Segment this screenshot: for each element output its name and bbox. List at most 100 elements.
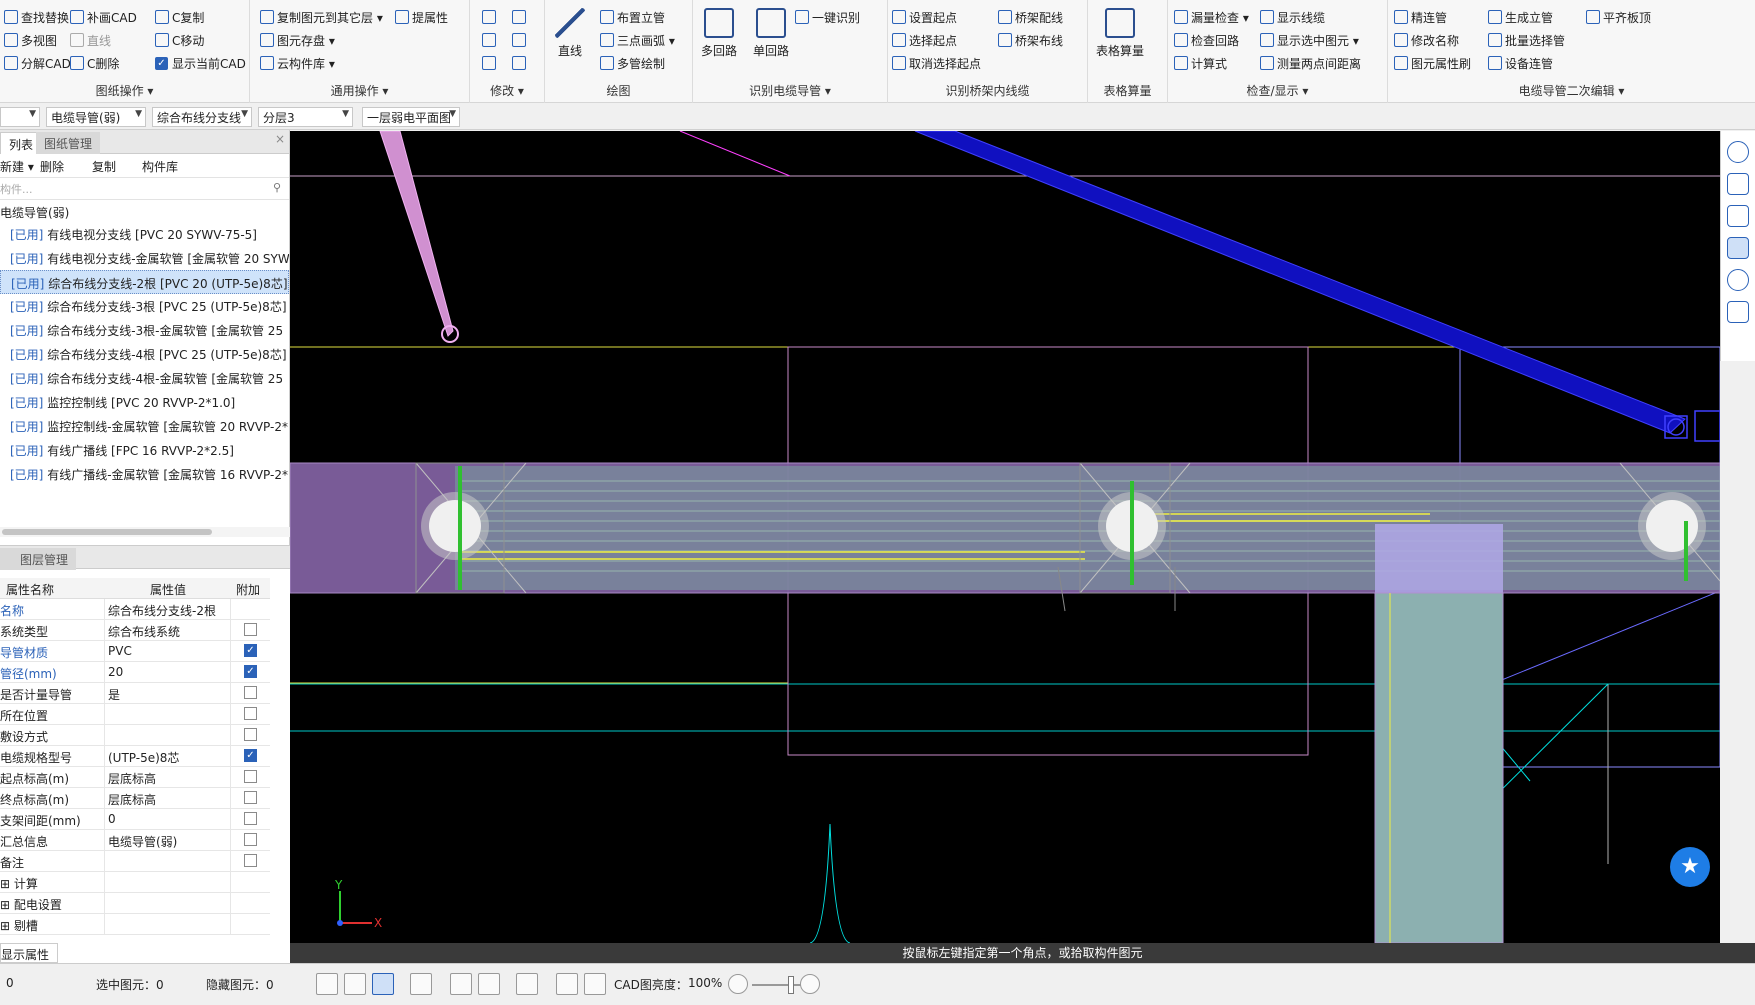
checkbox-empty-icon[interactable] xyxy=(244,686,257,699)
property-value[interactable]: PVC xyxy=(108,644,228,658)
property-value[interactable]: 电缆导管(弱) xyxy=(108,833,228,850)
list-item[interactable]: [已用] 综合布线分支线-3根 [PVC 25 (UTP-5e)8芯] xyxy=(0,294,289,318)
batch-select-button[interactable]: 批量选择管 xyxy=(1488,31,1565,49)
property-row[interactable]: 所在位置 xyxy=(0,704,270,725)
measure-distance-button[interactable]: 测量两点间距离 xyxy=(1260,54,1361,72)
list-item[interactable]: [已用] 有线电视分支线 [PVC 20 SYWV-75-5] xyxy=(0,222,289,246)
tab-show-properties[interactable]: 显示属性 xyxy=(0,943,58,963)
delete-tool-icon[interactable] xyxy=(482,54,499,72)
missing-check-button[interactable]: 漏量检查 ▾ xyxy=(1174,8,1249,26)
checkbox-checked-icon[interactable]: ✓ xyxy=(244,665,257,678)
cad-canvas[interactable]: Y X xyxy=(290,131,1720,943)
property-value[interactable]: 20 xyxy=(108,665,228,679)
scrollbar-thumb[interactable] xyxy=(2,529,212,535)
table-calc-button[interactable]: 表格算量 xyxy=(1096,8,1144,59)
generate-riser-button[interactable]: 生成立管 xyxy=(1488,8,1553,26)
cad-drawing[interactable]: Y X xyxy=(290,131,1720,943)
drawing-select[interactable]: 一层弱电平面图 ▼ xyxy=(362,107,460,127)
property-value[interactable]: 综合布线系统 xyxy=(108,623,228,640)
property-row[interactable]: 系统类型 综合布线系统 xyxy=(0,620,270,641)
checkbox-empty-icon[interactable] xyxy=(244,728,257,741)
checkbox-empty-icon[interactable] xyxy=(244,812,257,825)
tree-root-node[interactable]: 电缆导管(弱) xyxy=(0,200,289,222)
group-label[interactable]: 检查/显示 ▾ xyxy=(1168,82,1387,99)
category-select[interactable]: ▼ xyxy=(0,107,40,127)
property-row[interactable]: 电缆规格型号 (UTP-5e)8芯 ✓ xyxy=(0,746,270,767)
layer-select[interactable]: 分层3 ▼ xyxy=(258,107,353,127)
show-selected-button[interactable]: 显示选中图元 ▾ xyxy=(1260,31,1359,49)
rotate-view-icon[interactable] xyxy=(1727,269,1749,291)
c-delete-button[interactable]: C删除 xyxy=(70,54,119,72)
place-riser-button[interactable]: 布置立管 xyxy=(600,8,665,26)
property-row[interactable]: ⊞ 计算 xyxy=(0,872,270,893)
curve-icon[interactable] xyxy=(584,973,606,995)
copy-button[interactable]: 复制 xyxy=(92,158,116,175)
slider-handle[interactable] xyxy=(788,976,794,994)
list-item[interactable]: [已用] 有线广播线 [FPC 16 RVVP-2*2.5] xyxy=(0,438,289,462)
zoom-in-icon[interactable] xyxy=(800,974,820,994)
property-row[interactable]: ⊞ 剔槽 xyxy=(0,914,270,935)
property-row[interactable]: 备注 xyxy=(0,851,270,872)
cloud-library-button[interactable]: 云构件库 ▾ xyxy=(260,54,335,72)
cross-select-icon[interactable] xyxy=(450,973,472,995)
component-search-input[interactable]: 构件... ⚲ xyxy=(0,178,289,200)
close-icon[interactable]: × xyxy=(275,132,285,146)
formula-button[interactable]: 计算式 xyxy=(1174,54,1227,72)
checkbox-empty-icon[interactable] xyxy=(244,854,257,867)
multi-view-button[interactable]: 多视图 xyxy=(4,31,57,49)
settings-list-icon[interactable] xyxy=(1727,301,1749,323)
list-item[interactable]: [已用] 有线电视分支线-金属软管 [金属软管 20 SYW xyxy=(0,246,289,270)
star-favorite-button[interactable]: ★ xyxy=(1670,847,1710,887)
checkbox-empty-icon[interactable] xyxy=(244,791,257,804)
copy-to-layer-button[interactable]: 复制图元到其它层 ▾ xyxy=(260,8,383,26)
property-row[interactable]: 是否计量导管 是 xyxy=(0,683,270,704)
property-row[interactable]: 导管材质 PVC ✓ xyxy=(0,641,270,662)
angle-icon[interactable] xyxy=(478,973,500,995)
multi-loop-button[interactable]: 多回路 xyxy=(701,8,737,59)
multi-pipe-button[interactable]: 多管绘制 xyxy=(600,54,665,72)
checkbox-empty-icon[interactable] xyxy=(244,770,257,783)
single-loop-button[interactable]: 单回路 xyxy=(753,8,789,59)
group-label[interactable]: 电缆导管二次编辑 ▾ xyxy=(1388,82,1755,99)
select-start-button[interactable]: 选择起点 xyxy=(892,31,957,49)
checkbox-empty-icon[interactable] xyxy=(244,623,257,636)
tray-layout-button[interactable]: 桥架布线 xyxy=(998,31,1063,49)
delete-button[interactable]: 删除 xyxy=(40,158,64,175)
3d-view-icon[interactable] xyxy=(1727,173,1749,195)
property-value[interactable]: 综合布线分支线-2根 xyxy=(108,602,228,619)
checkbox-empty-icon[interactable] xyxy=(244,707,257,720)
horizontal-scrollbar[interactable] xyxy=(0,527,290,537)
dimension-icon[interactable] xyxy=(516,973,538,995)
property-value[interactable]: 是 xyxy=(108,686,228,703)
copy-tool-icon[interactable] xyxy=(482,8,499,26)
list-item[interactable]: [已用] 综合布线分支线-4根 [PVC 25 (UTP-5e)8芯] xyxy=(0,342,289,366)
property-row[interactable]: 支架间距(mm) 0 xyxy=(0,809,270,830)
move-tool-icon[interactable] xyxy=(482,31,499,49)
ortho-icon[interactable] xyxy=(344,973,366,995)
component-select[interactable]: 综合布线分支线 ▼ xyxy=(152,107,252,127)
cube-view-icon[interactable] xyxy=(1727,205,1749,227)
rotate-tool-icon[interactable] xyxy=(512,54,529,72)
list-item[interactable]: [已用] 综合布线分支线-4根-金属软管 [金属软管 25 xyxy=(0,366,289,390)
draw-line-button[interactable]: 直线 xyxy=(555,8,585,59)
grid-snap-icon[interactable] xyxy=(316,973,338,995)
extract-properties-button[interactable]: 提属性 xyxy=(395,8,448,26)
group-label[interactable]: 图纸操作 ▾ xyxy=(0,82,249,99)
property-row[interactable]: 名称 综合布线分支线-2根 xyxy=(0,599,270,620)
property-row[interactable]: 管径(mm) 20 ✓ xyxy=(0,662,270,683)
explode-cad-button[interactable]: 分解CAD xyxy=(4,54,71,72)
three-point-arc-button[interactable]: 三点画弧 ▾ xyxy=(600,31,675,49)
orbit-icon[interactable] xyxy=(1727,141,1749,163)
checkbox-checked-icon[interactable]: ✓ xyxy=(244,749,257,762)
property-value[interactable]: 0 xyxy=(108,812,228,826)
property-row[interactable]: 起点标高(m) 层底标高 xyxy=(0,767,270,788)
property-row[interactable]: 终点标高(m) 层底标高 xyxy=(0,788,270,809)
group-label[interactable]: 通用操作 ▾ xyxy=(250,82,469,99)
tab-drawing-manager[interactable]: 图纸管理 xyxy=(36,132,101,154)
group-label[interactable]: 识别电缆导管 ▾ xyxy=(693,82,887,99)
checkbox-checked-icon[interactable]: ✓ xyxy=(244,644,257,657)
zoom-out-icon[interactable] xyxy=(728,974,748,994)
element-save-button[interactable]: 图元存盘 ▾ xyxy=(260,31,335,49)
property-row[interactable]: 汇总信息 电缆导管(弱) xyxy=(0,830,270,851)
group-label[interactable]: 修改 ▾ xyxy=(470,82,544,99)
